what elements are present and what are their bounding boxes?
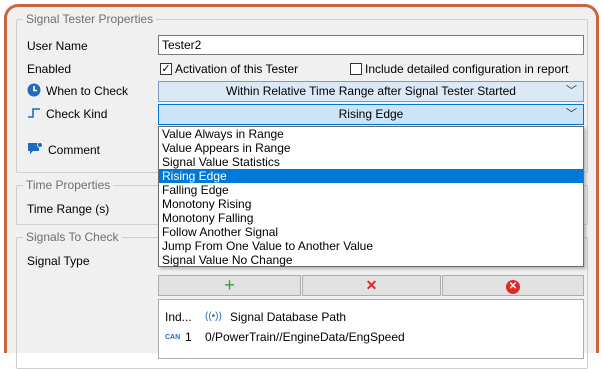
signal-tester-legend: Signal Tester Properties <box>23 12 157 26</box>
clock-icon <box>27 83 41 100</box>
check-kind-select[interactable]: Rising Edge ﹀ <box>158 104 584 125</box>
dropdown-option[interactable]: Value Appears in Range <box>159 141 583 155</box>
dropdown-option[interactable]: Value Always in Range <box>159 127 583 141</box>
activation-checkbox[interactable]: ✓ Activation of this Tester <box>160 62 298 76</box>
clear-all-icon: ✕ <box>506 280 520 294</box>
check-kind-dropdown-list[interactable]: Value Always in Range Value Appears in Ra… <box>158 126 584 267</box>
enabled-label: Enabled <box>27 62 72 76</box>
row-signal-path: 0/PowerTrain//EngineData/EngSpeed <box>205 330 405 344</box>
dropdown-option[interactable]: Monotony Falling <box>159 211 583 225</box>
dropdown-option[interactable]: Falling Edge <box>159 183 583 197</box>
chevron-down-icon: ﹀ <box>566 85 577 97</box>
column-header-path[interactable]: Signal Database Path <box>230 309 346 325</box>
clear-signals-button[interactable]: ✕ <box>442 275 584 296</box>
check-kind-value: Rising Edge <box>338 107 404 121</box>
comment-label: Comment <box>48 143 101 157</box>
rising-edge-icon <box>27 106 41 123</box>
user-name-input[interactable]: Tester2 <box>158 35 584 55</box>
when-to-check-label: When to Check <box>46 84 129 98</box>
signal-type-label: Signal Type <box>27 254 90 268</box>
column-header-index[interactable]: Ind... <box>165 309 192 325</box>
check-kind-label: Check Kind <box>46 107 108 121</box>
add-signal-button[interactable]: + <box>158 275 301 296</box>
dropdown-option[interactable]: Monotony Rising <box>159 197 583 211</box>
when-to-check-select[interactable]: Within Relative Time Range after Signal … <box>158 81 584 102</box>
activation-check-box[interactable]: ✓ <box>160 63 172 75</box>
dropdown-option[interactable]: Jump From One Value to Another Value <box>159 239 583 253</box>
signals-to-check-legend: Signals To Check <box>23 230 122 244</box>
table-row[interactable]: CAN 1 0/PowerTrain//EngineData/EngSpeed <box>159 328 583 346</box>
dropdown-option[interactable]: Signal Value No Change <box>159 253 583 267</box>
include-config-check-box[interactable] <box>350 63 362 75</box>
when-to-check-value: Within Relative Time Range after Signal … <box>226 84 516 98</box>
chevron-down-icon: ﹀ <box>566 108 577 120</box>
dropdown-option[interactable]: Rising Edge <box>159 169 583 183</box>
user-name-label: User Name <box>27 39 88 53</box>
comment-icon <box>27 142 43 159</box>
activation-label: Activation of this Tester <box>175 62 299 76</box>
can-badge-icon: CAN <box>165 334 181 341</box>
dropdown-option[interactable]: Signal Value Statistics <box>159 155 583 169</box>
window-frame: Signal Tester Properties User Name Teste… <box>4 4 599 369</box>
time-properties-legend: Time Properties <box>23 178 114 192</box>
row-index: 1 <box>185 330 192 344</box>
signals-table: Ind... ((•)) Signal Database Path CAN 1 … <box>158 299 584 359</box>
remove-signal-button[interactable]: ✕ <box>302 275 441 296</box>
remove-icon: ✕ <box>365 277 378 293</box>
include-config-checkbox[interactable]: Include detailed configuration in report <box>350 62 568 76</box>
include-config-label: Include detailed configuration in report <box>365 62 569 76</box>
add-icon: + <box>224 275 235 295</box>
signal-broadcast-icon: ((•)) <box>205 311 222 322</box>
time-range-label: Time Range (s) <box>27 202 110 216</box>
dropdown-option[interactable]: Follow Another Signal <box>159 225 583 239</box>
